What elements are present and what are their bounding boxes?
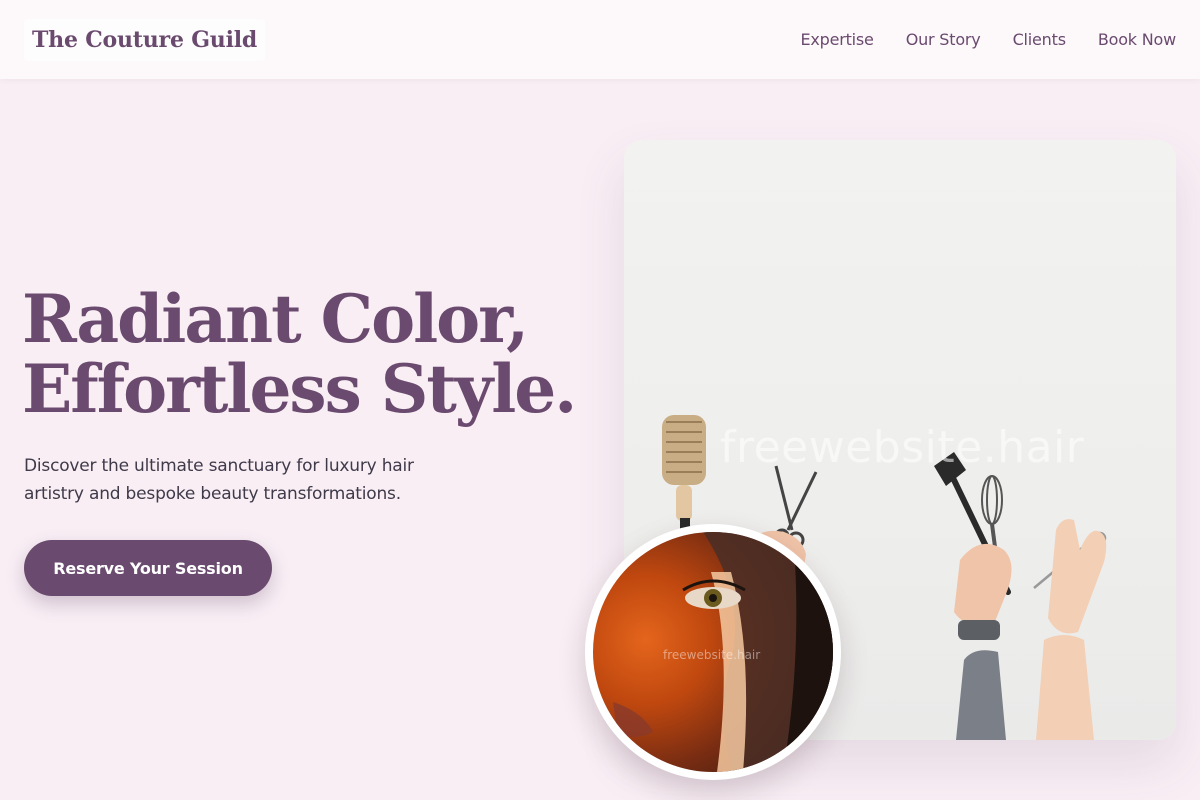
nav-our-story[interactable]: Our Story: [906, 30, 981, 49]
hero-headline: Radiant Color, Effortless Style.: [22, 284, 582, 424]
nav-clients[interactable]: Clients: [1013, 30, 1066, 49]
hero-headline-line-2: Effortless Style.: [22, 350, 577, 428]
card-watermark: freewebsite.hair: [720, 422, 1085, 473]
site-header: The Couture Guild Expertise Our Story Cl…: [0, 0, 1200, 79]
hero-tagline: Discover the ultimate sanctuary for luxu…: [24, 456, 414, 504]
nav-book-now[interactable]: Book Now: [1098, 30, 1176, 49]
round-brush-icon: [662, 415, 706, 530]
nav-expertise[interactable]: Expertise: [800, 30, 873, 49]
hero-headline-line-1: Radiant Color,: [22, 280, 529, 358]
reserve-session-button[interactable]: Reserve Your Session: [24, 540, 272, 596]
portrait-circle: freewebsite.hair: [585, 524, 841, 780]
brand-logo[interactable]: The Couture Guild: [24, 18, 266, 61]
portrait-photo: freewebsite.hair: [593, 532, 833, 772]
main-nav: Expertise Our Story Clients Book Now: [800, 30, 1176, 49]
portrait-watermark: freewebsite.hair: [663, 648, 761, 662]
